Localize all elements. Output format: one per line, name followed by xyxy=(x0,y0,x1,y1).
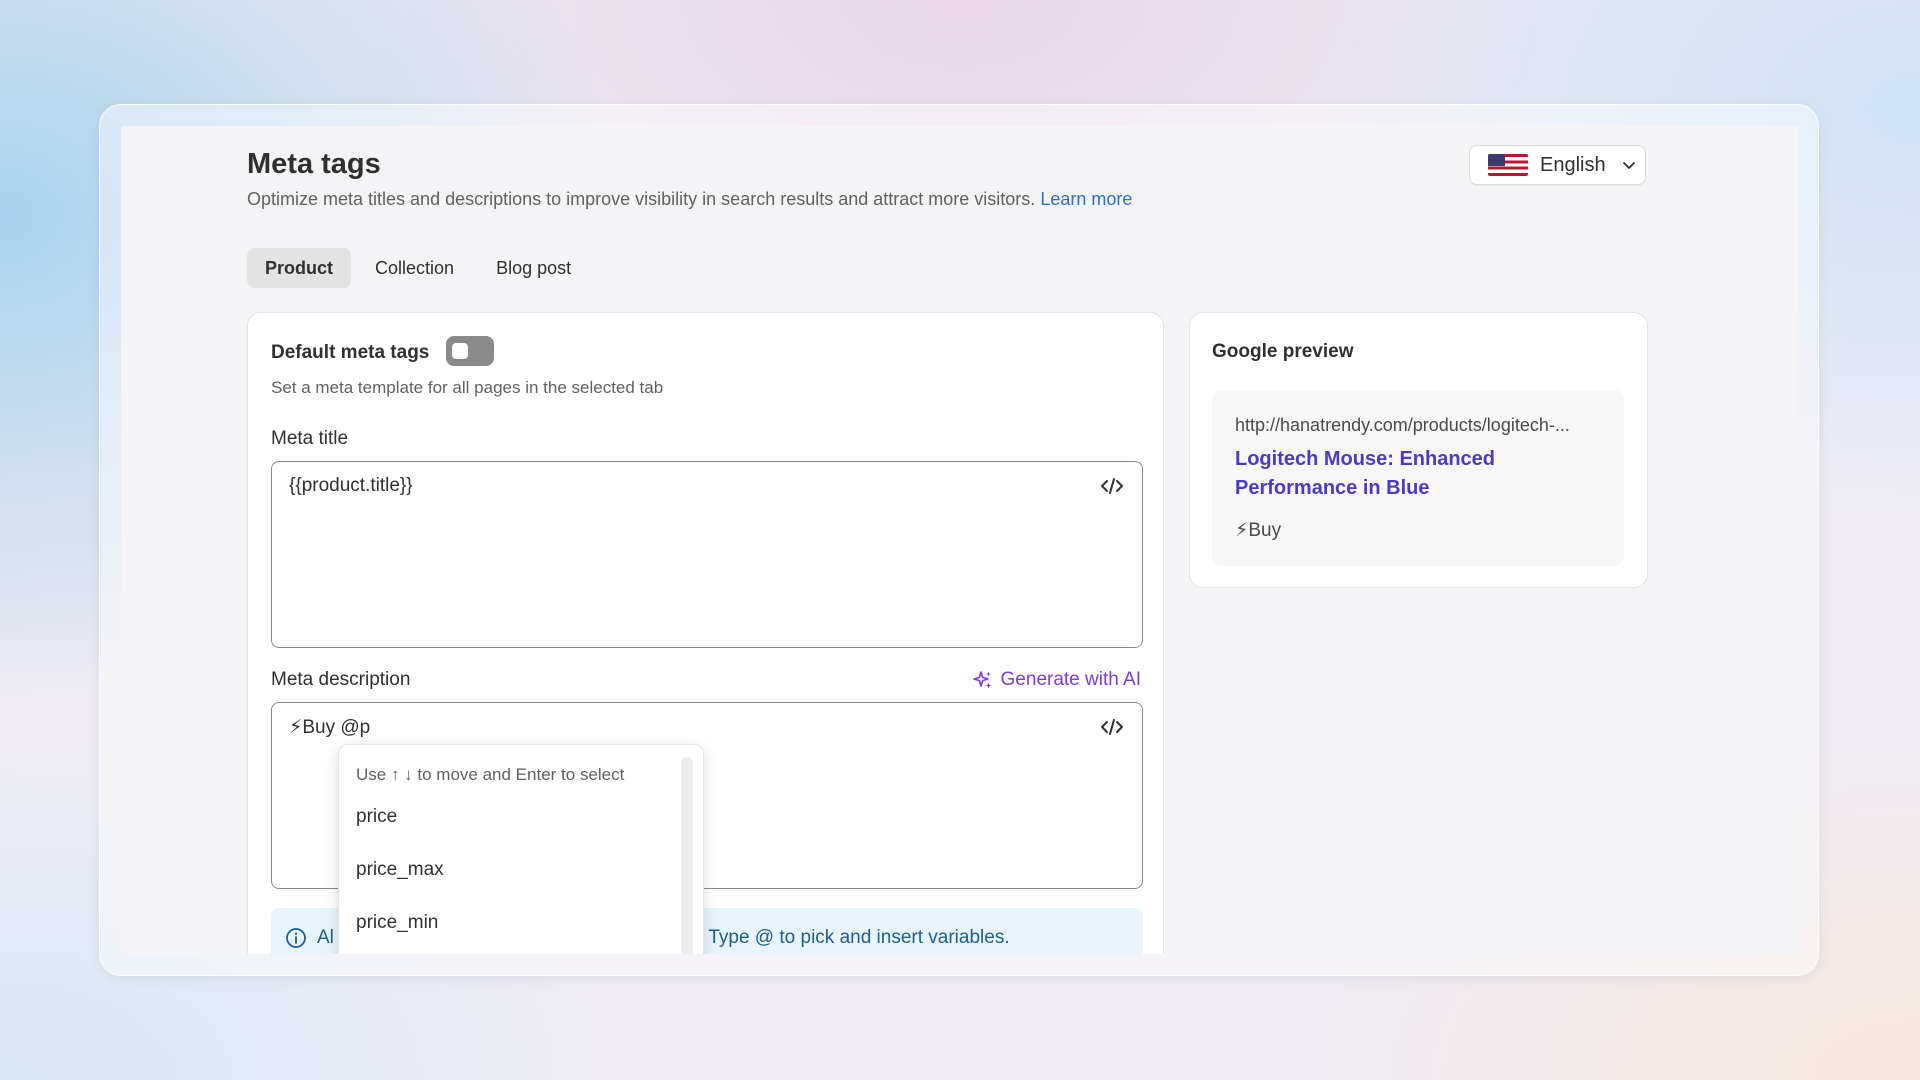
google-preview-card: Google preview http://hanatrendy.com/pro… xyxy=(1189,312,1648,588)
tab-blog-post[interactable]: Blog post xyxy=(478,248,589,288)
autocomplete-option-price-max[interactable]: price_max xyxy=(356,859,444,881)
google-preview-title: Google preview xyxy=(1212,341,1354,362)
info-icon xyxy=(286,928,306,948)
page-subtitle-text: Optimize meta titles and descriptions to… xyxy=(247,189,1036,209)
meta-title-value: {{product.title}} xyxy=(289,475,413,496)
default-meta-toggle[interactable] xyxy=(446,336,494,366)
autocomplete-hint: Use ↑ ↓ to move and Enter to select xyxy=(356,765,625,784)
code-icon[interactable] xyxy=(1100,476,1124,496)
meta-title-label: Meta title xyxy=(271,428,349,449)
chevron-down-icon xyxy=(1622,162,1635,169)
meta-description-label: Meta description xyxy=(271,669,411,690)
generate-with-ai-label: Generate with AI xyxy=(1000,669,1141,690)
meta-title-input[interactable]: {{product.title}} xyxy=(271,461,1143,648)
default-meta-subtitle: Set a meta template for all pages in the… xyxy=(271,378,664,397)
toggle-knob xyxy=(452,343,468,359)
language-selector[interactable]: English xyxy=(1469,145,1646,185)
us-flag-icon xyxy=(1488,154,1528,176)
autocomplete-scrollbar[interactable] xyxy=(681,757,693,954)
tab-collection[interactable]: Collection xyxy=(357,248,472,288)
preview-link-title: Logitech Mouse: Enhanced Performance in … xyxy=(1235,448,1496,499)
info-banner-text-start: Al xyxy=(317,927,334,948)
page-subtitle: Optimize meta titles and descriptions to… xyxy=(247,189,1132,210)
default-meta-title: Default meta tags xyxy=(271,342,430,363)
learn-more-link[interactable]: Learn more xyxy=(1040,189,1132,209)
autocomplete-option-price[interactable]: price xyxy=(356,806,397,828)
content-tabs: Product Collection Blog post xyxy=(247,248,589,288)
meta-description-value: ⚡Buy @p xyxy=(289,717,371,738)
generate-with-ai-button[interactable]: Generate with AI xyxy=(972,669,1141,691)
code-icon[interactable] xyxy=(1100,717,1124,737)
sparkle-icon xyxy=(972,671,992,689)
variable-autocomplete: Use ↑ ↓ to move and Enter to select pric… xyxy=(338,744,704,954)
preview-description: ⚡Buy xyxy=(1235,520,1282,541)
autocomplete-option-price-min[interactable]: price_min xyxy=(356,912,438,934)
info-banner-text-end: l. Type @ to pick and insert variables. xyxy=(693,927,1010,948)
tab-product[interactable]: Product xyxy=(247,248,352,288)
app-window: Meta tags Optimize meta titles and descr… xyxy=(121,126,1798,954)
preview-url: http://hanatrendy.com/products/logitech-… xyxy=(1235,415,1570,435)
page-title: Meta tags xyxy=(247,148,381,180)
language-label: English xyxy=(1540,153,1606,176)
google-preview-box: http://hanatrendy.com/products/logitech-… xyxy=(1212,390,1624,566)
